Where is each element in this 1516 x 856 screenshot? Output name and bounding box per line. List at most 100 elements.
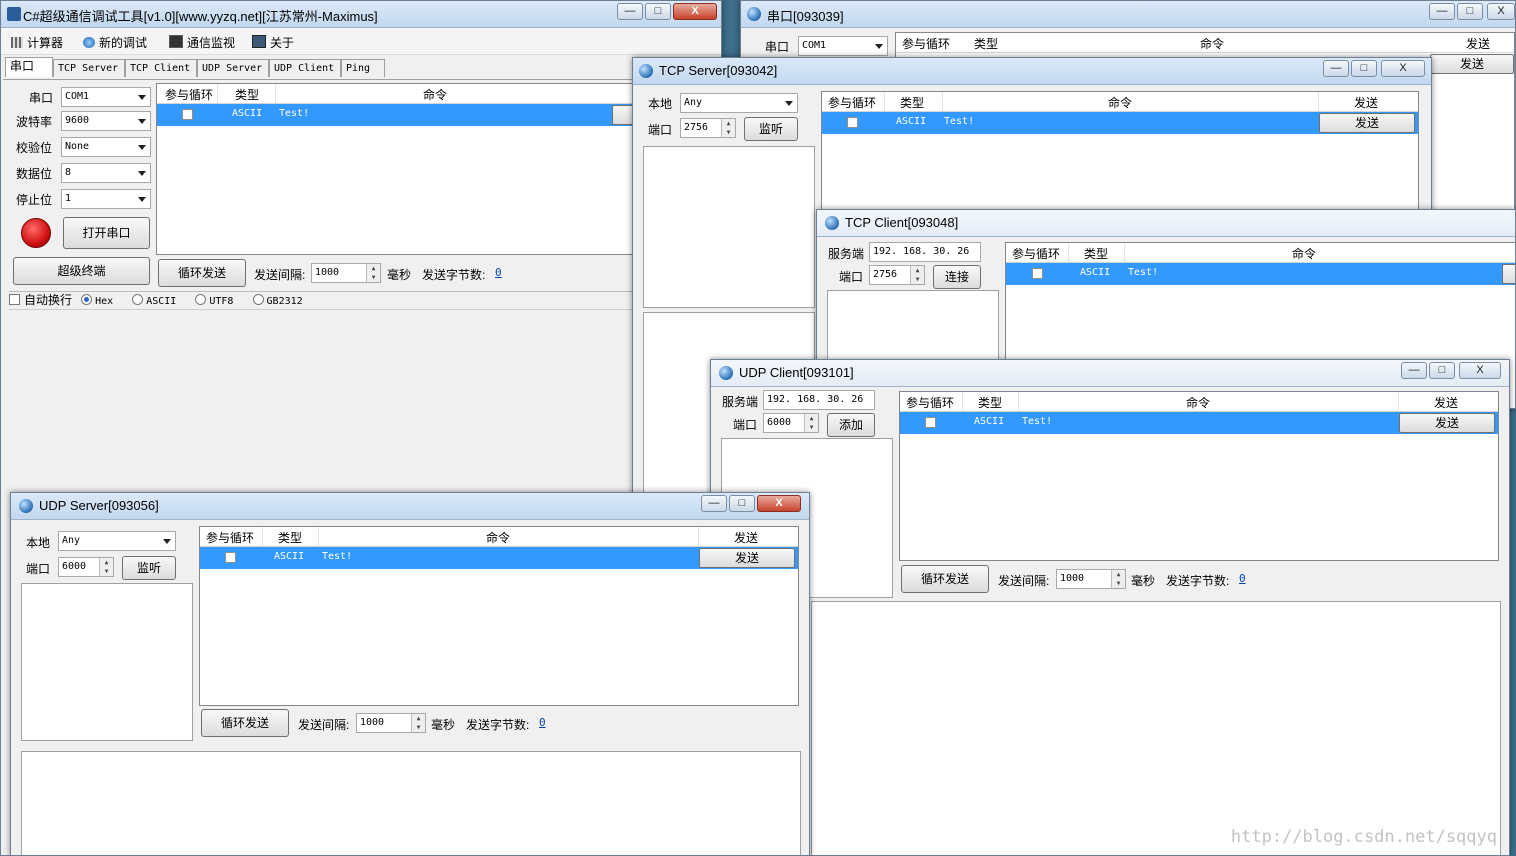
receive-area[interactable] <box>21 751 801 855</box>
open-port-button[interactable]: 打开串口 <box>63 217 150 249</box>
loop-send-button[interactable]: 循环发送 <box>901 565 989 593</box>
connect-button[interactable]: 连接 <box>933 265 981 289</box>
row-loop-checkbox[interactable] <box>925 417 936 428</box>
maximize-button[interactable]: □ <box>1457 3 1483 20</box>
bytes-count[interactable]: 0 <box>539 716 546 729</box>
baud-select[interactable]: 9600 <box>61 111 151 131</box>
globe-icon <box>825 216 839 230</box>
radio-hex[interactable]: Hex <box>81 294 113 307</box>
super-terminal-button[interactable]: 超级终端 <box>13 257 150 285</box>
listen-button[interactable]: 监听 <box>122 556 176 580</box>
local-select[interactable]: Any <box>58 531 176 551</box>
receive-area[interactable] <box>811 601 1501 855</box>
radio-gb2312[interactable]: GB2312 <box>252 294 303 307</box>
client-list[interactable] <box>21 583 193 741</box>
serial-titlebar[interactable]: 串口[093039] — □ X <box>741 1 1515 28</box>
port-input[interactable]: 6000 ▲ ▼ <box>58 557 114 577</box>
row-send-button[interactable]: 发送 <box>1399 413 1495 433</box>
minimize-button[interactable]: — <box>1323 60 1349 77</box>
parity-select[interactable]: None <box>61 137 151 157</box>
close-button[interactable]: X <box>757 495 801 512</box>
interval-spinner[interactable]: ▲ ▼ <box>1111 570 1125 588</box>
databits-select[interactable]: 8 <box>61 163 151 183</box>
close-button[interactable]: X <box>1459 362 1501 379</box>
stopbits-select[interactable]: 1 <box>61 189 151 209</box>
tab-udp-client[interactable]: UDP Client <box>269 59 341 77</box>
port-input[interactable]: 2756 ▲ ▼ <box>869 265 925 285</box>
header-loop: 参与循环 <box>1012 247 1061 261</box>
local-select[interactable]: Any <box>680 93 798 113</box>
menu-new-debug[interactable]: 新的调试 <box>83 34 147 51</box>
close-button[interactable]: X <box>673 3 717 20</box>
tab-tcp-server[interactable]: TCP Server <box>53 59 125 77</box>
serial-port-select[interactable]: COM1 <box>798 36 888 56</box>
close-button[interactable]: X <box>1381 60 1425 77</box>
minimize-button[interactable]: — <box>701 495 727 512</box>
maximize-button[interactable]: □ <box>1429 362 1455 379</box>
header-command: 命令 <box>1108 96 1133 110</box>
interval-spinner[interactable]: ▲ ▼ <box>366 264 380 282</box>
udp-server-titlebar[interactable]: UDP Server[093056] — □ X <box>11 493 809 520</box>
menu-calculator[interactable]: 计算器 <box>11 34 63 51</box>
server-input[interactable]: 192. 168. 30. 26 <box>869 242 981 262</box>
interval-spinner[interactable]: ▲ ▼ <box>411 714 425 732</box>
tab-ping[interactable]: Ping <box>341 59 385 77</box>
row-send-button[interactable]: 发送 <box>1319 113 1415 133</box>
row-send-button[interactable]: 发送 <box>1430 54 1514 74</box>
radio-utf8[interactable]: UTF8 <box>195 294 233 307</box>
maximize-button[interactable]: □ <box>645 3 671 20</box>
interval-input[interactable]: 1000 ▲ ▼ <box>356 713 426 733</box>
row-send-button[interactable] <box>1502 264 1515 284</box>
tcp-client-titlebar[interactable]: TCP Client[093048] <box>817 210 1515 237</box>
bytes-count[interactable]: 0 <box>495 266 502 279</box>
maximize-button[interactable]: □ <box>729 495 755 512</box>
table-row[interactable]: ASCII Test! 发送 <box>822 112 1418 134</box>
auto-newline-checkbox[interactable]: 自动换行 <box>9 293 72 307</box>
close-button[interactable]: X <box>1487 3 1515 20</box>
table-row[interactable]: ASCII Test! 发送 <box>900 412 1498 434</box>
minimize-button[interactable]: — <box>1429 3 1455 20</box>
udp-client-command-grid: 参与循环 类型 命令 发送 ASCII Test! 发送 <box>899 391 1499 561</box>
interval-input[interactable]: 1000 ▲ ▼ <box>1056 569 1126 589</box>
listen-button[interactable]: 监听 <box>744 117 798 141</box>
tab-udp-server[interactable]: UDP Server <box>197 59 269 77</box>
port-select[interactable]: COM1 <box>61 87 151 107</box>
loop-send-button[interactable]: 循环发送 <box>158 259 246 287</box>
port-spinner[interactable]: ▲ ▼ <box>721 119 735 137</box>
row-send-button[interactable]: 发送 <box>699 548 795 568</box>
minimize-button[interactable]: — <box>1401 362 1427 379</box>
client-list[interactable] <box>643 146 815 308</box>
tcp-server-command-grid: 参与循环 类型 命令 发送 ASCII Test! 发送 <box>821 91 1419 211</box>
tcp-server-titlebar[interactable]: TCP Server[093042] — □ X <box>633 58 1431 85</box>
port-spinner[interactable]: ▲ ▼ <box>99 558 113 576</box>
row-loop-checkbox[interactable] <box>1032 268 1043 279</box>
table-row[interactable]: ASCII Test! <box>1006 263 1515 285</box>
loop-send-button[interactable]: 循环发送 <box>201 709 289 737</box>
server-input[interactable]: 192. 168. 30. 26 <box>763 390 875 410</box>
row-loop-checkbox[interactable] <box>182 109 193 120</box>
bytes-count[interactable]: 0 <box>1239 572 1246 585</box>
row-loop-checkbox[interactable] <box>225 552 236 563</box>
menu-about[interactable]: 关于 <box>252 34 294 51</box>
port-value: 2756 <box>873 269 898 280</box>
radio-ascii[interactable]: ASCII <box>132 294 176 307</box>
table-row[interactable]: ASCII Test! <box>157 104 635 126</box>
port-spinner[interactable]: ▲ ▼ <box>910 266 924 284</box>
serial-title: 串口[093039] <box>767 9 844 24</box>
main-titlebar[interactable]: C#超级通信调试工具[v1.0][www.yyzq.net][江苏常州-Maxi… <box>1 1 721 28</box>
interval-input[interactable]: 1000 ▲ ▼ <box>311 263 381 283</box>
menu-monitor[interactable]: 通信监视 <box>169 34 235 51</box>
port-input[interactable]: 6000 ▲ ▼ <box>763 413 819 433</box>
port-label: 端口 <box>733 418 758 432</box>
udp-client-title: UDP Client[093101] <box>739 365 854 380</box>
table-row[interactable]: ASCII Test! 发送 <box>200 547 798 569</box>
add-button[interactable]: 添加 <box>827 413 875 437</box>
maximize-button[interactable]: □ <box>1351 60 1377 77</box>
tab-serial[interactable]: 串口 <box>5 57 53 77</box>
port-input[interactable]: 2756 ▲ ▼ <box>680 118 736 138</box>
minimize-button[interactable]: — <box>617 3 643 20</box>
tab-tcp-client[interactable]: TCP Client <box>125 59 197 77</box>
udp-client-titlebar[interactable]: UDP Client[093101] — □ X <box>711 360 1509 387</box>
port-spinner[interactable]: ▲ ▼ <box>804 414 818 432</box>
row-loop-checkbox[interactable] <box>847 117 858 128</box>
